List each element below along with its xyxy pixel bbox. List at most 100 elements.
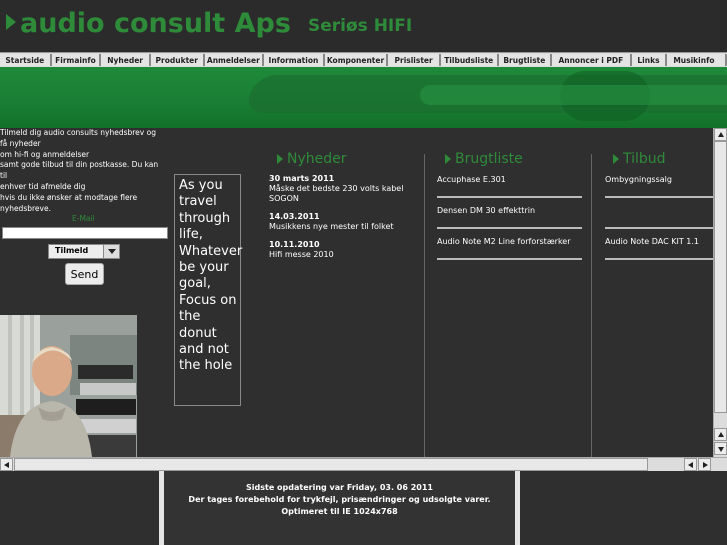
main-navigation: Startside Firmainfo Nyheder Produkter An… xyxy=(0,52,727,68)
list-item[interactable]: Densen DM 30 effekttrin xyxy=(437,206,582,229)
news-item[interactable]: 30 marts 2011 Måske det bedste 230 volts… xyxy=(269,174,419,204)
nav-item-anmeldelser[interactable]: Anmeldelser xyxy=(204,54,265,66)
content-frame: Tilmeld dig audio consults nyhedsbrev og… xyxy=(0,128,713,457)
brugtliste-list: Accuphase E.301 Densen DM 30 effekttrin … xyxy=(437,175,582,268)
footer-notice: Sidste opdatering var Friday, 03. 06 201… xyxy=(159,471,520,545)
quote-line: donut xyxy=(179,325,217,341)
chevron-down-icon[interactable] xyxy=(103,245,119,258)
site-logo[interactable]: audio consult Aps xyxy=(6,8,291,39)
vertical-scroll-thumb[interactable] xyxy=(714,141,727,413)
subscribe-select[interactable]: Tilmeld xyxy=(48,244,120,259)
quote-line: As you xyxy=(179,178,223,193)
last-updated-text: Sidste opdatering var Friday, 03. 06 201… xyxy=(246,483,433,492)
arrow-right-icon xyxy=(277,154,283,164)
horizontal-scrollbar[interactable] xyxy=(0,457,727,471)
header-banner-image xyxy=(0,67,727,128)
email-label: E-Mail xyxy=(72,214,95,223)
news-list: 30 marts 2011 Måske det bedste 230 volts… xyxy=(269,174,419,268)
news-date: 10.11.2010 xyxy=(269,240,320,249)
news-text: Musikkens nye mester til folket xyxy=(269,222,394,231)
arrow-down-icon xyxy=(718,447,724,452)
newsletter-line: enhver tid afmelde dig xyxy=(0,181,86,191)
optimized-text: Optimeret til IE 1024x768 xyxy=(281,507,398,516)
arrow-right-icon xyxy=(613,154,619,164)
nav-item-firmainfo[interactable]: Firmainfo xyxy=(51,54,102,66)
arrow-left-icon xyxy=(688,462,693,468)
nav-item-links[interactable]: Links xyxy=(631,54,668,66)
site-header: audio consult Aps Seriøs HIFI xyxy=(0,0,727,52)
quote-line: the hole xyxy=(179,358,233,374)
list-item[interactable]: Ombygningssalg xyxy=(605,175,713,198)
brugtliste-heading: Brugtliste xyxy=(445,151,523,167)
list-item[interactable] xyxy=(605,206,713,229)
column-divider xyxy=(424,154,425,457)
quote-line: travel xyxy=(179,194,217,210)
email-field[interactable] xyxy=(2,227,168,239)
newsletter-intro: Tilmeld dig audio consults nyhedsbrev og… xyxy=(0,128,172,214)
list-item[interactable]: Audio Note M2 Line forforstærker xyxy=(437,237,582,260)
nyheder-heading: Nyheder xyxy=(277,151,347,167)
scroll-up-button-lower[interactable] xyxy=(714,428,727,441)
nav-item-nyheder[interactable]: Nyheder xyxy=(101,54,151,66)
news-text: Måske det bedste 230 volts kabel SOGON xyxy=(269,184,404,203)
newsletter-line: få nyheder xyxy=(0,138,41,148)
news-date: 30 marts 2011 xyxy=(269,174,335,183)
news-text: Hifi messe 2010 xyxy=(269,250,334,259)
arrow-left-icon xyxy=(4,462,9,468)
subscribe-select-value: Tilmeld xyxy=(55,246,89,255)
nyheder-title: Nyheder xyxy=(287,151,347,167)
quote-box: As you travel through life, Whatever be … xyxy=(174,174,243,406)
nav-item-annoncer-pdf[interactable]: Annoncer i PDF xyxy=(552,54,632,66)
nav-item-brugtliste[interactable]: Brugtliste xyxy=(498,54,553,66)
newsletter-line: om hi-fi og anmeldelser xyxy=(0,149,90,159)
scroll-right-button[interactable] xyxy=(698,458,711,471)
scroll-down-button[interactable] xyxy=(714,442,727,455)
send-button[interactable]: Send xyxy=(65,263,104,285)
column-divider xyxy=(591,154,592,457)
horizontal-scroll-thumb[interactable] xyxy=(14,458,648,471)
news-item[interactable]: 10.11.2010 Hifi messe 2010 xyxy=(269,240,419,260)
nav-item-startside[interactable]: Startside xyxy=(0,54,52,66)
nav-item-tilbudsliste[interactable]: Tilbudsliste xyxy=(440,54,499,66)
newsletter-line: nyhedsbreve. xyxy=(0,203,51,213)
list-item[interactable]: Accuphase E.301 xyxy=(437,175,582,198)
site-footer: Sidste opdatering var Friday, 03. 06 201… xyxy=(0,471,727,545)
disclaimer-text: Der tages forebehold for trykfejl, prisæ… xyxy=(188,495,491,504)
brugtliste-title: Brugtliste xyxy=(455,151,523,167)
newsletter-line: hvis du ikke ønsker at modtage flere xyxy=(0,192,138,202)
news-item[interactable]: 14.03.2011 Musikkens nye mester til folk… xyxy=(269,212,419,232)
quote-line: and not xyxy=(179,342,229,358)
scroll-left-button-right[interactable] xyxy=(684,458,697,471)
nav-item-information[interactable]: Information xyxy=(264,54,325,66)
quote-line: Whatever xyxy=(179,243,243,259)
quote-line: life, xyxy=(179,227,203,243)
arrow-up-icon xyxy=(718,432,724,437)
nav-item-produkter[interactable]: Produkter xyxy=(150,54,205,66)
owner-photo xyxy=(0,315,137,457)
nav-item-musikinfo[interactable]: Musikinfo xyxy=(667,54,727,66)
quote-line: Focus on xyxy=(179,292,237,308)
quote-line: through xyxy=(179,210,231,226)
tilbud-title: Tilbud xyxy=(623,151,666,167)
quote-line: goal, xyxy=(179,276,211,292)
arrow-right-icon xyxy=(703,462,708,468)
scroll-left-button[interactable] xyxy=(0,458,13,471)
nav-item-prislister[interactable]: Prislister xyxy=(388,54,441,66)
arrow-right-icon xyxy=(445,154,451,164)
logo-text: audio consult Aps xyxy=(20,8,291,39)
vertical-scrollbar[interactable] xyxy=(713,128,727,457)
newsletter-line: Tilmeld dig audio consults nyhedsbrev og xyxy=(0,128,156,137)
newsletter-line: til xyxy=(0,171,8,181)
nav-item-komponenter[interactable]: Komponenter xyxy=(324,54,389,66)
arrow-up-icon xyxy=(718,132,724,137)
list-item[interactable]: Audio Note DAC KIT 1.1 xyxy=(605,237,713,260)
news-date: 14.03.2011 xyxy=(269,212,320,221)
tilbud-heading: Tilbud xyxy=(613,151,666,167)
site-tagline: Seriøs HIFI xyxy=(308,16,413,36)
logo-arrow-icon xyxy=(6,14,16,30)
scroll-up-button[interactable] xyxy=(714,128,727,141)
quote-line: the xyxy=(179,309,201,325)
newsletter-line: samt gode tilbud til din postkasse. Du k… xyxy=(0,160,159,170)
tilbud-list: Ombygningssalg Audio Note DAC KIT 1.1 xyxy=(605,175,713,268)
quote-line: be your xyxy=(179,260,229,276)
